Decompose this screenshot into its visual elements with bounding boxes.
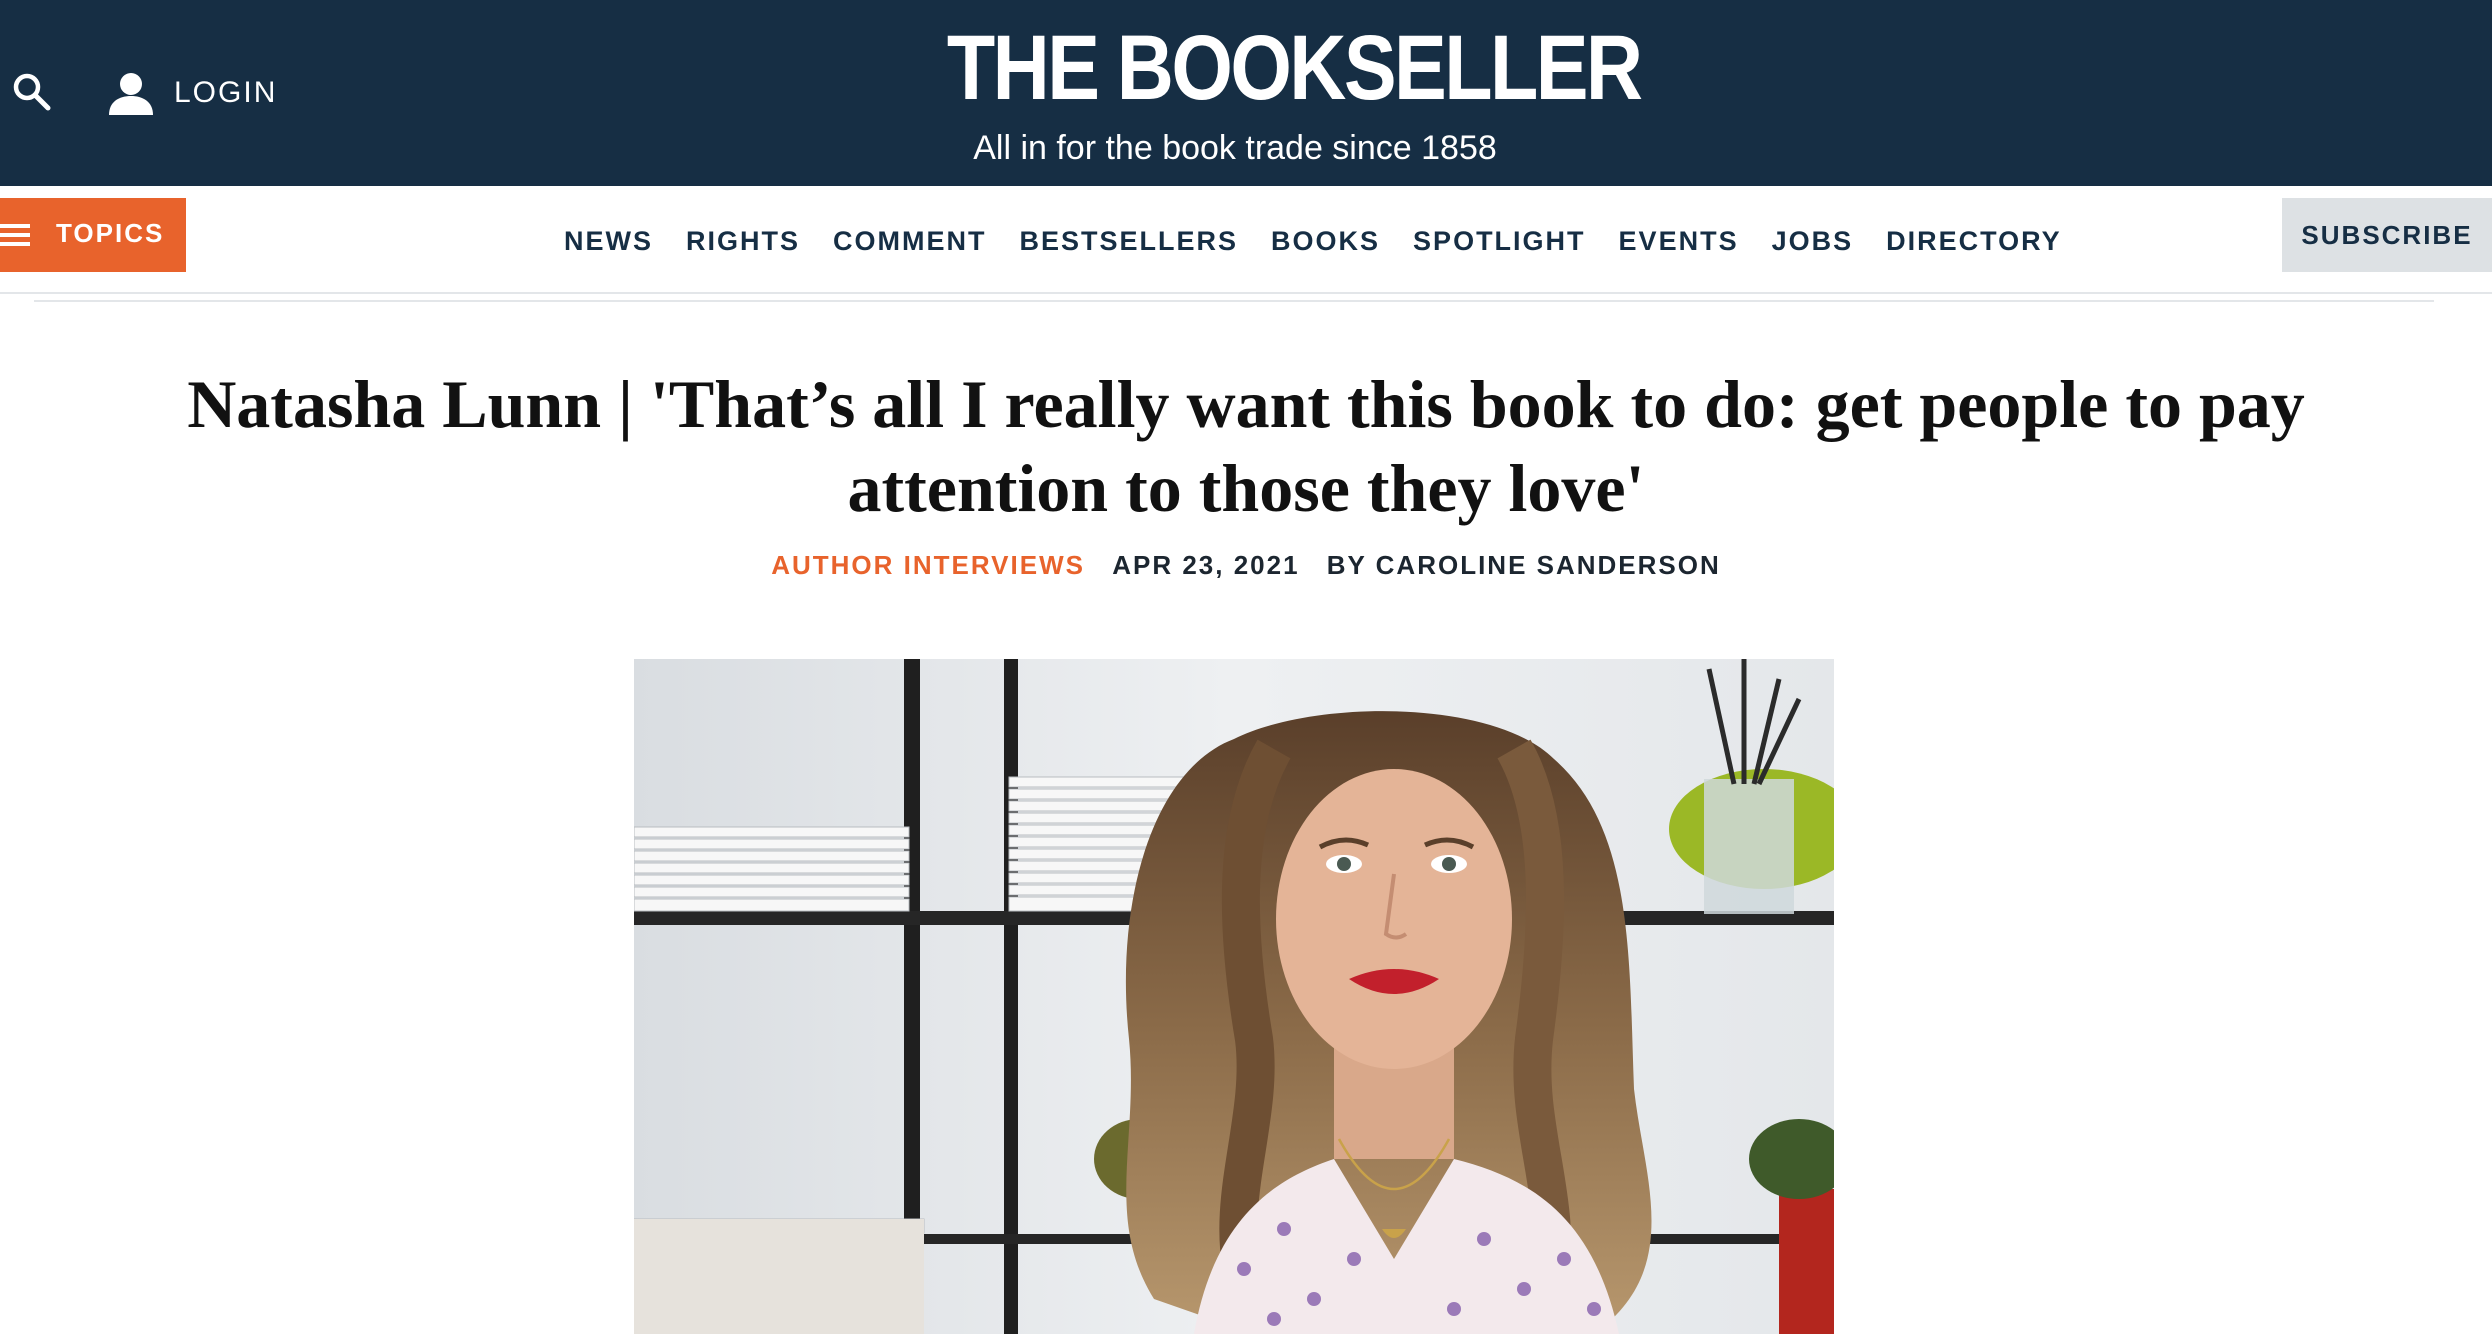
site-logo[interactable]: THE BOOKSELLER All in for the book trade… [900, 17, 1643, 168]
nav-divider [0, 292, 2492, 294]
topics-label: TOPICS [56, 218, 165, 248]
topics-button[interactable]: TOPICS [0, 198, 186, 272]
subscribe-button[interactable]: SUBSCRIBE [2282, 198, 2492, 272]
nav-item-directory[interactable]: DIRECTORY [1886, 226, 2062, 257]
article-category-link[interactable]: AUTHOR INTERVIEWS [771, 550, 1085, 580]
nav-item-news[interactable]: NEWS [564, 226, 653, 257]
content-divider [34, 300, 2434, 302]
nav-item-events[interactable]: EVENTS [1619, 226, 1739, 257]
nav-menu: NEWS RIGHTS COMMENT BESTSELLERS BOOKS SP… [564, 226, 2095, 257]
nav-item-books[interactable]: BOOKS [1271, 226, 1380, 257]
article-meta: AUTHOR INTERVIEWS APR 23, 2021 BY CAROLI… [0, 550, 2492, 581]
menu-icon [0, 224, 30, 246]
article-byline[interactable]: BY CAROLINE SANDERSON [1327, 550, 1721, 580]
article-date: APR 23, 2021 [1112, 550, 1300, 580]
search-icon [13, 73, 51, 111]
nav-item-jobs[interactable]: JOBS [1772, 226, 1854, 257]
article-headline: Natasha Lunn | 'That’s all I really want… [160, 362, 2332, 530]
nav-item-comment[interactable]: COMMENT [833, 226, 986, 257]
headline-line-2: attention to those they love' [847, 450, 1645, 526]
logo-title: THE BOOKSELLER [946, 17, 1643, 119]
nav-item-spotlight[interactable]: SPOTLIGHT [1413, 226, 1586, 257]
nav-item-rights[interactable]: RIGHTS [686, 226, 800, 257]
search-button[interactable] [10, 70, 54, 114]
article-hero-image [634, 659, 1834, 1334]
logo-tagline: All in for the book trade since 1858 [973, 129, 1497, 167]
site-header: LOGIN THE BOOKSELLER All in for the book… [0, 0, 2492, 186]
login-link[interactable]: LOGIN [108, 68, 277, 118]
login-label: LOGIN [174, 76, 278, 109]
headline-line-1: Natasha Lunn | 'That’s all I really want… [187, 366, 2305, 442]
main-nav: TOPICS NEWS RIGHTS COMMENT BESTSELLERS B… [0, 186, 2492, 294]
nav-item-bestsellers[interactable]: BESTSELLERS [1020, 226, 1239, 257]
user-icon [109, 73, 153, 115]
